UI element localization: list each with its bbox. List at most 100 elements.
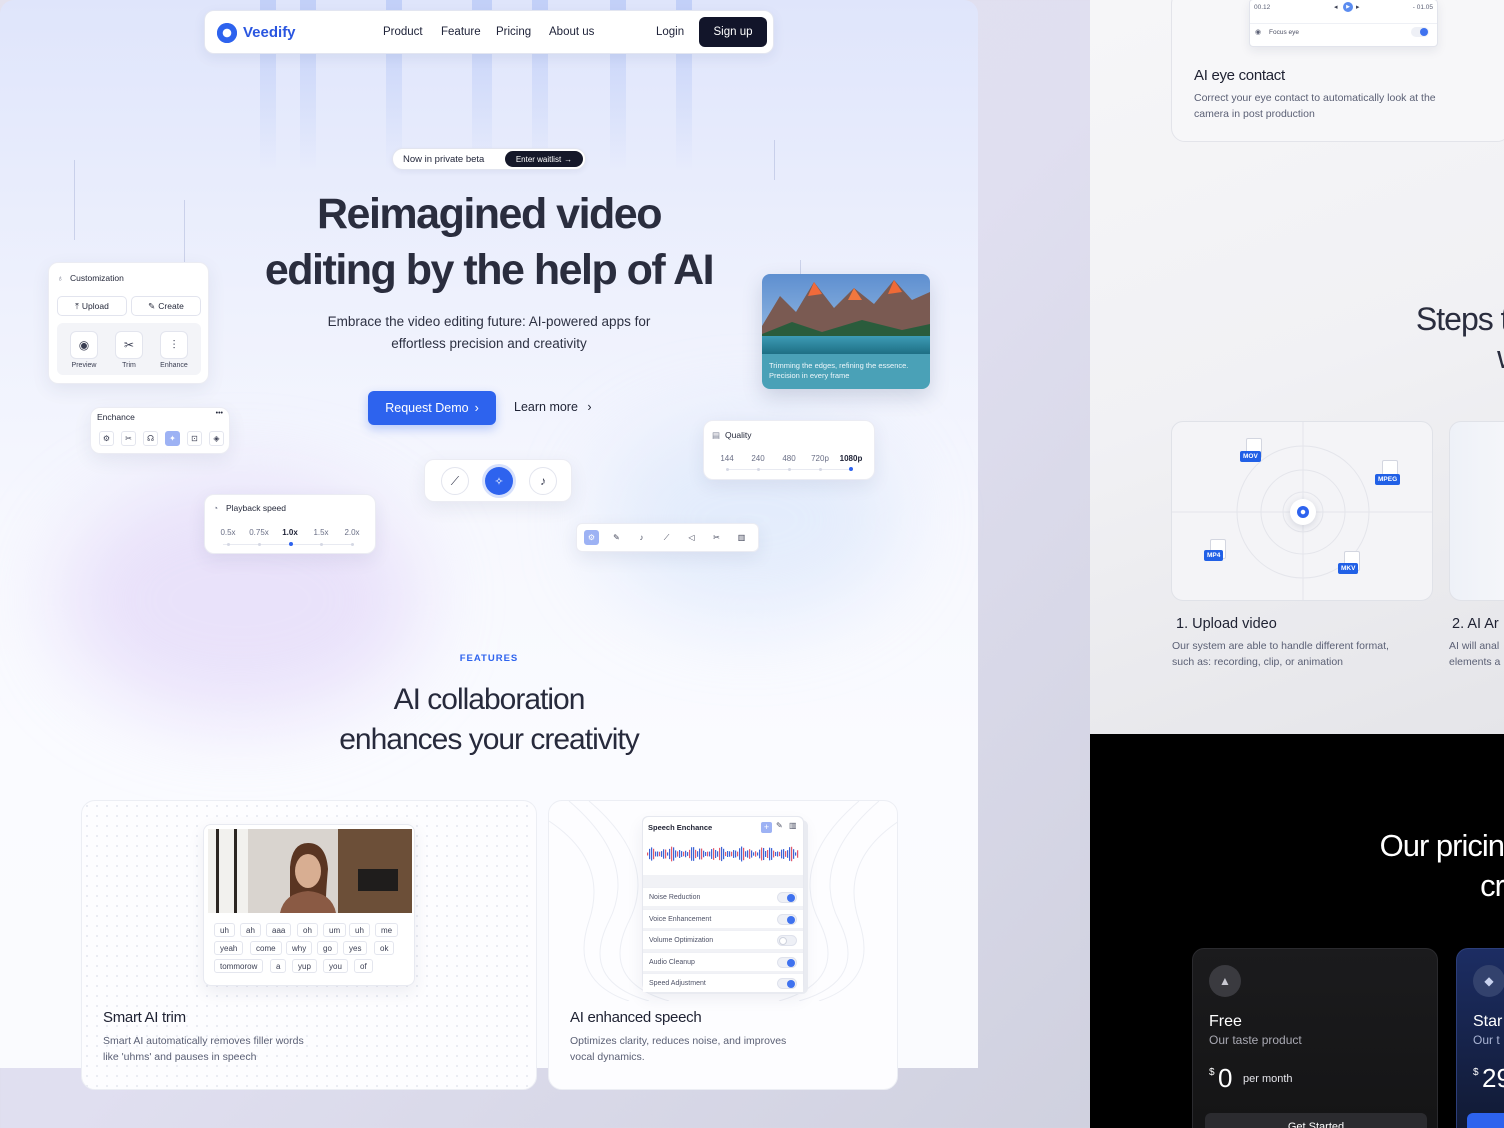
speech-setting-toggle[interactable] — [777, 913, 797, 925]
quality-option[interactable]: 144 — [714, 454, 740, 463]
login-link[interactable]: Login — [656, 26, 684, 38]
nav-link-pricing[interactable]: Pricing — [496, 26, 531, 38]
nav-link-about[interactable]: About us — [549, 26, 594, 38]
microphone-icon[interactable]: ♪ — [529, 467, 557, 495]
triangle-icon: ▲ — [1209, 965, 1241, 997]
waveform-bar — [775, 851, 777, 857]
filler-word-chip[interactable]: go — [317, 941, 338, 955]
speed-option[interactable]: 0.5x — [215, 528, 241, 537]
speech-setting-toggle[interactable] — [777, 892, 797, 903]
speed-option-selected[interactable]: 1.0x — [277, 528, 303, 537]
signup-button[interactable]: Sign up — [699, 17, 767, 47]
filler-word-chip[interactable]: um — [323, 923, 347, 937]
scissors-icon[interactable]: ✂ — [121, 431, 136, 446]
sliders-icon[interactable]: ⫶ — [160, 331, 188, 359]
settings-icon[interactable]: ⚙ — [584, 530, 599, 545]
quality-option[interactable]: 240 — [745, 454, 771, 463]
logo-icon[interactable] — [217, 23, 237, 43]
filler-word-chip[interactable]: yes — [343, 941, 368, 955]
headphones-icon[interactable]: ☊ — [143, 431, 158, 446]
settings-icon[interactable]: ⚙ — [99, 431, 114, 446]
waveform-bar — [673, 847, 675, 861]
waitlist-button[interactable]: Enter waitlist → — [505, 151, 583, 167]
chevron-right-icon: › — [587, 400, 592, 414]
waveform-bar — [739, 848, 741, 860]
eye-icon[interactable]: ◉ — [70, 331, 98, 359]
eye-contact-title: AI eye contact — [1194, 67, 1285, 84]
filler-word-chip[interactable]: yeah — [214, 941, 244, 955]
magic-wand-icon[interactable]: ⟋ — [659, 530, 674, 545]
speech-setting-toggle[interactable] — [777, 956, 797, 968]
trash-icon[interactable]: ▥ — [734, 530, 749, 545]
nav-link-product[interactable]: Product — [383, 26, 423, 38]
filler-word-chip[interactable]: a — [270, 959, 287, 973]
filler-word-chip[interactable]: why — [286, 941, 313, 955]
upload-button[interactable]: ⤒ Upload — [57, 296, 127, 316]
quality-handle[interactable] — [849, 467, 853, 471]
scissors-icon[interactable]: ✂ — [115, 331, 143, 359]
starter-get-started-button[interactable] — [1467, 1113, 1504, 1128]
speed-option[interactable]: 2.0x — [339, 528, 365, 537]
speech-setting-toggle[interactable] — [777, 978, 797, 989]
pencil-icon[interactable]: ✎ — [609, 530, 624, 545]
quality-option-selected[interactable]: 1080p — [838, 454, 864, 463]
rewind-icon[interactable]: ◂ — [1334, 3, 1338, 11]
speech-panel-title: Speech Enchance — [648, 823, 713, 832]
filler-word-chip[interactable]: oh — [297, 923, 318, 937]
filler-word-chip[interactable]: ok — [374, 941, 395, 955]
speech-setting-toggle[interactable] — [777, 935, 797, 946]
free-plan-period: per month — [1243, 1073, 1293, 1085]
sparkle-icon[interactable]: ✧ — [485, 467, 513, 495]
filler-word-chip[interactable]: ah — [240, 923, 261, 937]
more-icon[interactable]: ••• — [216, 410, 223, 417]
focus-icon[interactable]: ⊡ — [187, 431, 202, 446]
filler-word-chip[interactable]: me — [375, 923, 399, 937]
nav-link-feature[interactable]: Feature — [441, 26, 481, 38]
quality-option[interactable]: 720p — [807, 454, 833, 463]
scissors-icon[interactable]: ✂ — [709, 530, 724, 545]
filler-word-chip[interactable]: of — [354, 959, 373, 973]
filler-word-chip[interactable]: uh — [349, 923, 370, 937]
trash-icon[interactable]: ▥ — [789, 821, 797, 830]
speech-setting-label: Speed Adjustment — [649, 980, 706, 987]
quality-option[interactable]: 480 — [776, 454, 802, 463]
filler-word-chip[interactable]: come — [250, 941, 282, 955]
filler-word-chip[interactable]: yup — [292, 959, 317, 973]
speed-option[interactable]: 0.75x — [246, 528, 272, 537]
filler-word-chip[interactable]: uh — [214, 923, 235, 937]
get-started-button[interactable]: Get Started — [1205, 1113, 1427, 1128]
waveform-bar — [681, 851, 683, 857]
forward-icon[interactable]: ▸ — [1356, 3, 1360, 11]
eye-icon: ◉ — [1255, 29, 1262, 36]
microphone-icon[interactable]: ♪ — [634, 530, 649, 545]
filler-word-chip[interactable]: you — [323, 959, 348, 973]
enhanced-speech-desc: Optimizes clarity, reduces noise, and im… — [570, 1033, 786, 1065]
filler-word-chip[interactable]: tommorow — [214, 959, 264, 973]
focus-eye-toggle[interactable] — [1411, 27, 1429, 37]
sparkle-icon[interactable]: ✦ — [165, 431, 180, 446]
free-plan-price: 0 — [1218, 1063, 1233, 1093]
brand-name[interactable]: Veedify — [243, 24, 296, 41]
learn-more-link[interactable]: Learn more › — [514, 400, 592, 414]
request-demo-button[interactable]: Request Demo › — [368, 391, 496, 425]
waveform-bar — [675, 850, 677, 858]
eye-contact-desc: Correct your eye contact to automaticall… — [1194, 90, 1436, 122]
volume-icon[interactable]: ◁ — [684, 530, 699, 545]
waveform-bar — [769, 847, 771, 861]
magic-wand-icon[interactable]: ⟋ — [441, 467, 469, 495]
filler-word-chip[interactable]: aaa — [266, 923, 292, 937]
speed-handle[interactable] — [289, 542, 293, 546]
starter-plan-name: Star — [1473, 1013, 1503, 1030]
pencil-icon[interactable]: ✎ — [776, 821, 783, 830]
add-icon[interactable]: + — [761, 822, 772, 833]
waveform-bar — [737, 851, 739, 857]
format-badge-mkv: MKV — [1338, 563, 1359, 574]
format-badge-mpeg: MPEG — [1375, 474, 1401, 485]
play-icon[interactable]: ▶ — [1343, 2, 1353, 12]
hero-title-line: editing by the help of AI — [264, 246, 715, 294]
create-button[interactable]: ✎ Create — [131, 296, 201, 316]
layers-icon[interactable]: ◈ — [209, 431, 224, 446]
speed-option[interactable]: 1.5x — [308, 528, 334, 537]
waveform-bar — [795, 852, 797, 856]
desc-line: Our system are able to handle different … — [1172, 640, 1389, 652]
